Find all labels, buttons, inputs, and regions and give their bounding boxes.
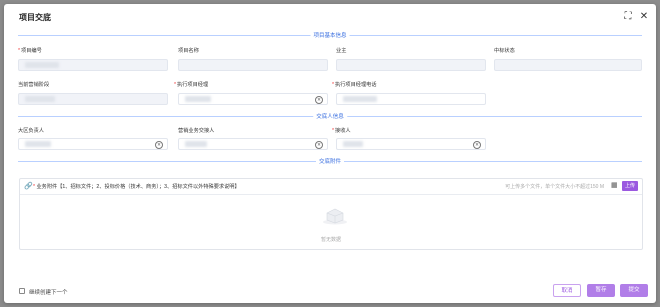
submit-button[interactable]: 提交	[620, 284, 648, 297]
masked-value	[25, 96, 55, 102]
masked-value	[25, 141, 51, 147]
current-sales-stage-label: 当前营销阶段	[18, 82, 50, 88]
masked-value	[185, 96, 211, 102]
paperclip-icon: 🔗	[24, 183, 33, 190]
upload-hint: 可上传多个文件，单个文件大小不超过150 M	[505, 184, 604, 190]
upload-button[interactable]: 上传	[622, 181, 638, 191]
section-title-handover: 交底人信息	[313, 112, 347, 120]
required-mark: *	[332, 82, 335, 88]
exec-pm-label: *执行项目经理	[174, 81, 208, 88]
receiver-label: *接收人	[332, 127, 351, 134]
section-handover: 交底人信息	[18, 112, 642, 121]
continue-checkbox[interactable]	[19, 288, 25, 294]
project-code-field[interactable]	[18, 59, 168, 71]
required-mark: *	[33, 184, 36, 190]
section-title-basic: 项目基本信息	[310, 31, 350, 39]
section-basic-info: 项目基本信息	[18, 31, 642, 40]
exec-pm-phone-label-text: 执行项目经理电话	[335, 82, 377, 88]
attachment-header: 🔗 * 业务附件【1、招标文件；2、投标价格（技术、商务）；3、招标文件以外特殊…	[20, 179, 642, 195]
sales-handover-person-select[interactable]: ✕	[178, 138, 328, 150]
sales-handover-person-label: 营销业务交接人	[178, 128, 215, 134]
project-handover-dialog: 项目交底 ⛶ ✕ 项目基本信息 *项目编号 项目名称 业主 中标状态 当前营销阶…	[4, 4, 656, 303]
clear-icon[interactable]: ✕	[155, 141, 163, 149]
project-name-label: 项目名称	[178, 48, 199, 54]
project-code-label: *项目编号	[18, 47, 42, 54]
clear-icon[interactable]: ✕	[315, 141, 323, 149]
current-sales-stage-field[interactable]	[18, 93, 168, 105]
receiver-label-text: 接收人	[335, 128, 351, 134]
attachment-title-text: 业务附件【1、招标文件；2、投标价格（技术、商务）；3、招标文件以外特殊要求说明…	[36, 184, 240, 190]
masked-value	[25, 62, 59, 68]
save-draft-button[interactable]: 暂存	[587, 284, 615, 297]
bid-status-field[interactable]	[494, 59, 642, 71]
region-head-label: 大区负责人	[18, 128, 44, 134]
continue-label: 继续创建下一个	[29, 290, 68, 296]
clear-icon[interactable]: ✕	[315, 96, 323, 104]
required-mark: *	[332, 128, 335, 134]
exec-pm-select[interactable]: ✕	[178, 93, 328, 105]
exec-pm-phone-field[interactable]	[336, 93, 486, 105]
owner-label: 业主	[336, 48, 347, 54]
fullscreen-icon[interactable]: ⛶	[622, 11, 634, 23]
clear-icon[interactable]: ✕	[473, 141, 481, 149]
region-head-select[interactable]: ✕	[18, 138, 168, 150]
receiver-select[interactable]: ✕	[336, 138, 486, 150]
required-mark: *	[174, 82, 177, 88]
masked-value	[343, 141, 363, 147]
attachment-title: * 业务附件【1、招标文件；2、投标价格（技术、商务）；3、招标文件以外特殊要求…	[33, 183, 240, 190]
empty-state-text: 暂无数据	[320, 237, 341, 243]
bid-status-label: 中标状态	[494, 48, 515, 54]
dialog-title: 项目交底	[19, 13, 51, 22]
section-title-attachments: 交底附件	[315, 157, 345, 165]
masked-value	[185, 141, 207, 147]
cancel-button[interactable]: 取消	[553, 284, 581, 297]
dialog-header: 项目交底 ⛶ ✕	[4, 4, 656, 32]
exec-pm-phone-label: *执行项目经理电话	[332, 81, 377, 88]
required-mark: *	[18, 48, 21, 54]
attachment-panel: 🔗 * 业务附件【1、招标文件；2、投标价格（技术、商务）；3、招标文件以外特殊…	[19, 178, 643, 250]
qr-code-icon[interactable]: ▦	[611, 182, 618, 189]
project-name-field[interactable]	[178, 59, 328, 71]
exec-pm-label-text: 执行项目经理	[177, 82, 209, 88]
owner-field[interactable]	[336, 59, 486, 71]
close-icon[interactable]: ✕	[638, 11, 650, 23]
section-attachments: 交底附件	[18, 157, 642, 166]
project-code-label-text: 项目编号	[21, 48, 42, 54]
empty-box-icon	[323, 208, 347, 225]
masked-value	[343, 96, 377, 102]
